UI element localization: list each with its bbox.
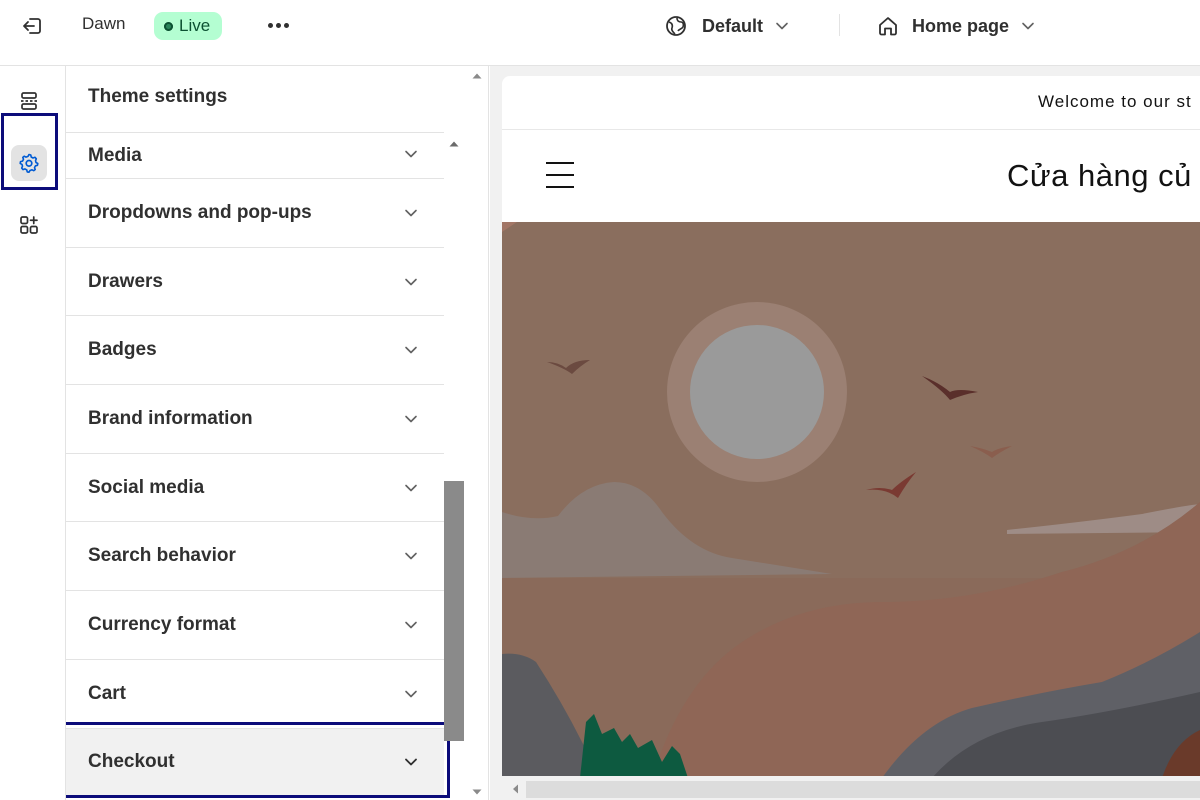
accordion-label: Dropdowns and pop-ups — [88, 201, 312, 223]
apps-add-icon — [20, 216, 38, 234]
exit-icon — [23, 18, 41, 34]
market-selector[interactable]: Default — [664, 10, 789, 42]
accordion-item-search-behavior[interactable]: Search behavior — [66, 522, 444, 592]
scroll-left-arrow-icon[interactable] — [510, 783, 520, 795]
live-status-badge: Live — [154, 12, 223, 40]
scroll-up-arrow-icon[interactable] — [448, 138, 460, 150]
hero-image-placeholder — [502, 222, 1200, 776]
market-label: Default — [702, 15, 764, 36]
page-selector[interactable]: Home page — [876, 10, 1035, 42]
dot-icon — [283, 22, 289, 28]
dot-icon — [267, 22, 273, 28]
sidebar-rail — [0, 66, 66, 800]
accordion-label: Currency format — [88, 613, 236, 635]
store-header: Cửa hàng củ — [502, 130, 1200, 222]
exit-button[interactable] — [18, 12, 46, 40]
scroll-up-arrow-icon[interactable] — [471, 70, 483, 82]
globe-icon — [666, 16, 686, 36]
accordion-item-brand-information[interactable]: Brand information — [66, 385, 444, 454]
scroll-down-arrow-icon[interactable] — [471, 786, 483, 798]
live-dot-icon — [164, 21, 173, 31]
page-label: Home page — [912, 15, 1010, 36]
top-bar: Dawn Live Default Home page — [0, 0, 1200, 66]
accordion-label: Badges — [88, 339, 157, 361]
announcement-text: Welcome to our st — [1038, 92, 1192, 111]
chevron-down-icon — [402, 273, 420, 291]
chevron-down-icon — [402, 204, 420, 222]
store-name: Cửa hàng củ — [1007, 158, 1192, 193]
panel-title: Theme settings — [88, 86, 228, 107]
live-badge-label: Live — [179, 16, 211, 35]
accordion-label: Brand information — [88, 407, 253, 429]
chevron-down-icon — [402, 479, 420, 497]
announcement-bar: Welcome to our st — [502, 76, 1200, 130]
accordion-item-dropdowns-and-pop-ups[interactable]: Dropdowns and pop-ups — [66, 179, 444, 248]
chevron-down-icon — [402, 410, 420, 428]
panel-scrollbar-thumb[interactable] — [444, 481, 464, 741]
rail-selection-highlight — [1, 113, 58, 190]
accordion-item-social-media[interactable]: Social media — [66, 454, 444, 523]
accordion-label: Drawers — [88, 270, 163, 292]
dot-icon — [275, 22, 281, 28]
accordion-label: Search behavior — [88, 545, 236, 567]
accordion-item-currency-format[interactable]: Currency format — [66, 591, 444, 660]
accordion-item-cart[interactable]: Cart — [66, 660, 444, 729]
accordion-item-badges[interactable]: Badges — [66, 316, 444, 386]
store-preview: Welcome to our st Cửa hàng củ — [502, 76, 1200, 776]
menu-icon[interactable] — [546, 162, 574, 188]
home-icon — [879, 17, 897, 36]
chevron-down-icon — [402, 547, 420, 565]
checkout-selection-highlight — [66, 722, 450, 798]
chevron-down-icon — [402, 145, 420, 163]
accordion-label: Cart — [88, 682, 127, 704]
chevron-down-icon — [402, 685, 420, 703]
sections-icon — [21, 92, 37, 110]
more-actions-button[interactable] — [262, 11, 294, 39]
rail-item-app-embeds[interactable] — [11, 207, 47, 243]
chevron-down-icon — [402, 616, 420, 634]
chevron-down-icon — [776, 22, 788, 30]
topbar-divider — [839, 14, 840, 36]
theme-settings-panel: Theme settings Media Dropdowns and pop-u… — [66, 66, 489, 800]
accordion-label: Social media — [88, 476, 205, 498]
settings-accordion-list: Media Dropdowns and pop-ups Drawers Badg… — [66, 133, 444, 798]
accordion-item-drawers[interactable]: Drawers — [66, 248, 444, 317]
preview-horizontal-scrollbar[interactable] — [502, 778, 1200, 800]
horizontal-scrollbar-thumb[interactable] — [526, 781, 1200, 798]
accordion-item-media[interactable]: Media — [66, 133, 444, 179]
accordion-label: Media — [88, 145, 142, 166]
theme-name: Dawn — [82, 14, 126, 33]
chevron-down-icon — [402, 341, 420, 359]
chevron-down-icon — [1022, 22, 1034, 30]
